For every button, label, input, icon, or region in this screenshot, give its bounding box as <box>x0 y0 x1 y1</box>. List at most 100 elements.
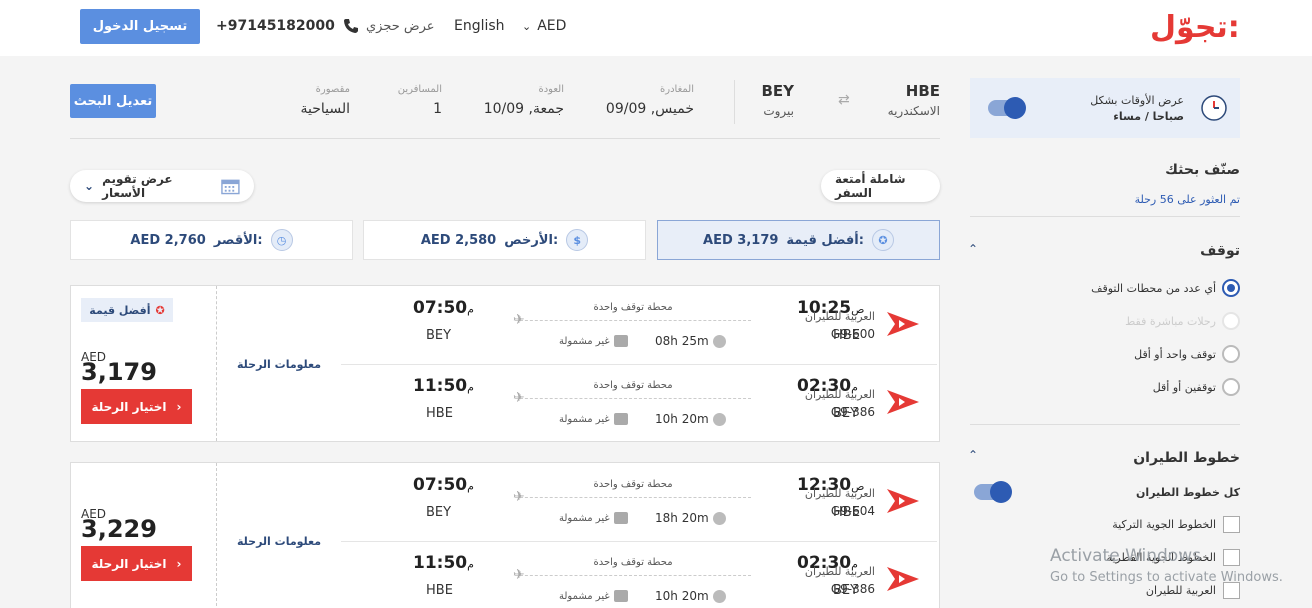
option-label: توقف واحد أو أقل <box>1134 348 1216 361</box>
currency-label: AED <box>537 18 567 34</box>
flight-number: G9-604 <box>830 504 875 518</box>
clock-icon <box>712 412 726 426</box>
login-button[interactable]: تسجيل الدخول <box>80 9 200 44</box>
arrival-code: BEY <box>426 505 452 520</box>
plane-icon: ✈ <box>513 312 525 328</box>
select-flight-button[interactable]: اختيار الرحلة › <box>81 389 192 424</box>
destination: BEY بيروت <box>746 82 794 118</box>
plane-icon: ✈ <box>513 567 525 583</box>
chevron-up-icon[interactable]: ⌃ <box>968 242 978 256</box>
arrival-time: 07:50م <box>413 298 474 318</box>
all-airlines-toggle[interactable] <box>974 481 1012 503</box>
air-arabia-logo-icon <box>887 567 919 591</box>
radio-direct-only <box>1222 312 1240 330</box>
checkbox-qatar-airways[interactable] <box>1223 549 1240 566</box>
cabin-class[interactable]: مقصورة السياحية <box>280 84 350 117</box>
arrival-time: 11:50م <box>413 376 474 396</box>
calendar-icon <box>221 179 240 195</box>
activation-watermark-subtitle: Go to Settings to activate Windows. <box>1050 570 1283 585</box>
duration: 10h 20m <box>655 412 726 426</box>
chevron-down-icon: ⌄ <box>84 179 95 193</box>
sort-title: صنّف بحثك <box>1165 162 1240 178</box>
baggage-icon <box>613 335 628 347</box>
all-airlines-label: كل خطوط الطيران <box>1136 486 1240 499</box>
tab-best-value[interactable]: AED 3,179 أفضل قيمة: ✪ <box>657 220 940 260</box>
arrival-time-value: 11:50 <box>413 376 468 396</box>
tab-cheapest[interactable]: AED 2,580 الأرخص: $ <box>363 220 646 260</box>
radio-two-stops[interactable] <box>1222 378 1240 396</box>
price-column: AED 3,229 اختيار الرحلة › <box>71 463 217 608</box>
medal-icon: ✪ <box>155 303 165 317</box>
return-value: جمعة, 10/09 <box>483 101 564 117</box>
my-booking-link[interactable]: عرض حجزي <box>366 19 435 34</box>
baggage-value: غير مشمولة <box>559 413 610 425</box>
radio-one-stop[interactable] <box>1222 345 1240 363</box>
arrival-suffix: م <box>467 381 474 394</box>
return-date[interactable]: العودة جمعة, 10/09 <box>474 84 564 117</box>
arrival-time-value: 11:50 <box>413 553 468 573</box>
currency-selector[interactable]: ⌄ AED <box>522 18 566 34</box>
baggage-included-filter[interactable]: شاملة أمتعة السفر <box>821 170 940 202</box>
depart-value: خميس, 09/09 <box>605 101 694 117</box>
arrival-suffix: م <box>467 303 474 316</box>
arrival-code: HBE <box>426 406 453 421</box>
select-flight-button[interactable]: اختيار الرحلة › <box>81 546 192 581</box>
flight-info-link[interactable]: معلومات الرحلة <box>237 358 321 371</box>
logo[interactable]: تجوّل: <box>1150 10 1240 45</box>
checkbox-turkish-airlines[interactable] <box>1223 516 1240 533</box>
route-line <box>515 497 751 498</box>
time-format-toggle[interactable] <box>988 97 1026 119</box>
divider <box>970 216 1240 217</box>
result-card: AED 3,229 اختيار الرحلة › معلومات الرحلة… <box>70 462 940 608</box>
time-format-label: عرض الأوقات بشكل <box>1090 94 1184 107</box>
result-card: أفضل قيمة ✪ AED 3,179 اختيار الرحلة › مع… <box>70 285 940 442</box>
plane-icon: ✈ <box>513 489 525 505</box>
phone-link[interactable]: +97145182000 <box>216 18 359 34</box>
activation-watermark-title: Activate Windows <box>1050 546 1201 566</box>
route-line <box>515 320 751 321</box>
airline-name: العربية للطيران <box>804 310 875 323</box>
baggage-status: غير مشمولة <box>559 413 628 425</box>
arrival-code: BEY <box>426 328 452 343</box>
best-value-badge: أفضل قيمة ✪ <box>81 298 173 322</box>
stops-title: توقف <box>1200 243 1240 259</box>
shortest-price: AED 2,760 <box>130 232 206 248</box>
swap-icon[interactable]: ⇄ <box>838 92 850 108</box>
arrival-suffix: م <box>467 480 474 493</box>
tab-shortest[interactable]: AED 2,760 الأقصر: ◷ <box>70 220 353 260</box>
option-label: توقفين أو أقل <box>1152 381 1216 394</box>
air-arabia-logo-icon <box>887 312 919 336</box>
arrival-time-value: 07:50 <box>413 298 468 318</box>
duration-value: 18h 20m <box>655 511 709 525</box>
chevron-down-icon: ⌄ <box>522 19 532 33</box>
language-link[interactable]: English <box>454 18 505 34</box>
arrival-time: 11:50م <box>413 553 474 573</box>
passengers[interactable]: المسافرين 1 <box>370 84 442 117</box>
duration-value: 10h 20m <box>655 589 709 603</box>
origin-code: HBE <box>905 82 940 100</box>
origin: HBE الاسكندريه <box>860 82 940 118</box>
divider <box>970 424 1240 425</box>
destination-city: بيروت <box>763 104 794 118</box>
depart-date[interactable]: المغادرة خميس, 09/09 <box>600 84 694 117</box>
option-label: أي عدد من محطات التوقف <box>1091 282 1216 295</box>
flight-number: G9-386 <box>830 582 875 596</box>
select-flight-label: اختيار الرحلة <box>91 556 167 571</box>
time-format-panel: عرض الأوقات بشكل صباحا / مساء <box>970 78 1240 138</box>
baggage-icon <box>613 590 628 602</box>
origin-city: الاسكندريه <box>887 104 940 118</box>
flight-number: G9-386 <box>830 405 875 419</box>
edit-search-button[interactable]: تعديل البحث <box>70 84 156 118</box>
chevron-up-icon[interactable]: ⌃ <box>968 448 978 462</box>
chevron-right-icon: › <box>176 556 182 571</box>
flight-info-link[interactable]: معلومات الرحلة <box>237 535 321 548</box>
divider <box>70 138 940 139</box>
arrival-code: HBE <box>426 583 453 598</box>
stops-label: محطة توقف واحدة <box>593 302 673 313</box>
price-calendar-button[interactable]: ⌄ عرض تقويم الأسعار <box>70 170 254 202</box>
radio-any-stops[interactable] <box>1222 279 1240 297</box>
baggage-filter-label: شاملة أمتعة السفر <box>835 172 906 200</box>
info-column: معلومات الرحلة <box>217 286 327 441</box>
duration-value: 08h 25m <box>655 334 709 348</box>
airline-name: العربية للطيران <box>804 565 875 578</box>
